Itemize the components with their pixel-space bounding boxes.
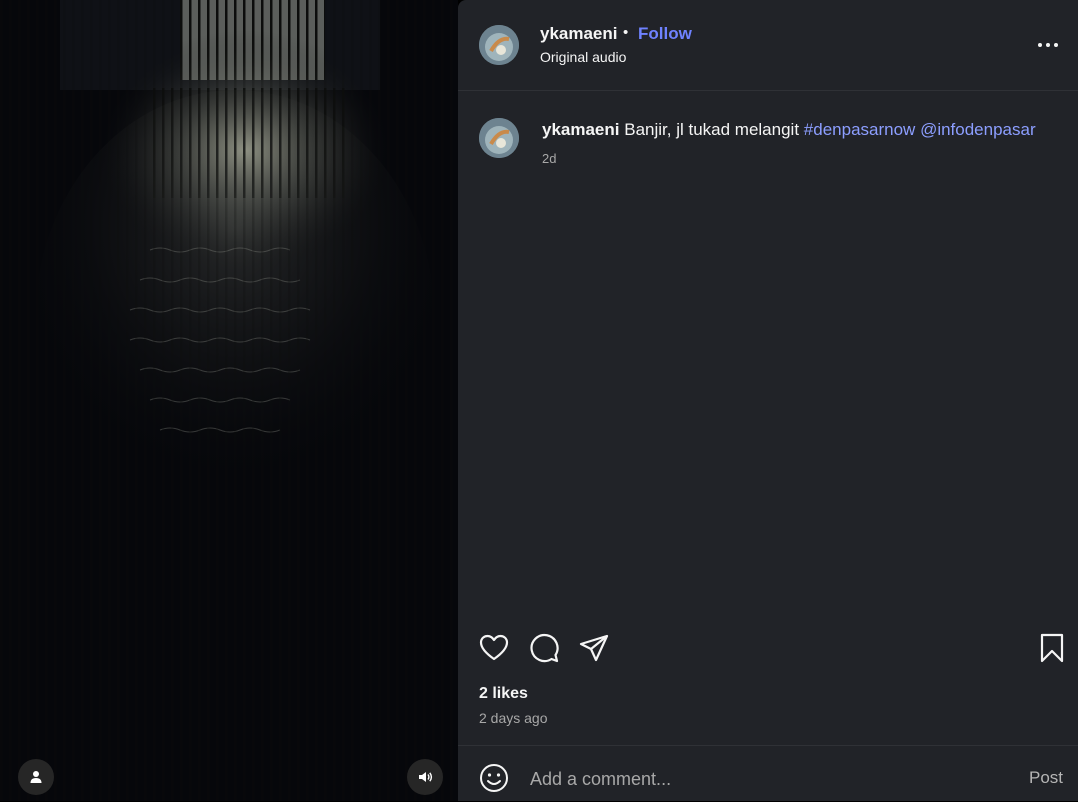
tagged-users-button[interactable] bbox=[18, 759, 54, 795]
post-caption: ykamaeni Banjir, jl tukad melangit #denp… bbox=[542, 120, 1062, 140]
post-details-panel: ykamaeni • Follow Original audio ykamaen… bbox=[458, 0, 1078, 801]
person-icon bbox=[30, 771, 42, 783]
audio-toggle-button[interactable] bbox=[407, 759, 443, 795]
comment-icon bbox=[530, 634, 559, 663]
avatar-image bbox=[479, 25, 519, 65]
speaker-icon bbox=[419, 772, 433, 782]
caption-timestamp: 2d bbox=[542, 151, 557, 166]
mention-link[interactable]: @infodenpasar bbox=[920, 120, 1036, 139]
reel-video[interactable] bbox=[0, 0, 458, 801]
avatar[interactable] bbox=[479, 25, 519, 65]
comment-composer: Post bbox=[458, 745, 1078, 802]
action-bar bbox=[458, 630, 1078, 670]
post-header: ykamaeni • Follow Original audio bbox=[458, 0, 1078, 91]
comment-button[interactable] bbox=[528, 632, 560, 664]
separator-dot: • bbox=[623, 24, 629, 41]
author-username[interactable]: ykamaeni bbox=[540, 24, 618, 44]
caption-text: Banjir, jl tukad melangit bbox=[624, 120, 800, 139]
hashtag-link[interactable]: #denpasarnow bbox=[804, 120, 916, 139]
post-date: 2 days ago bbox=[479, 710, 548, 726]
share-button[interactable] bbox=[578, 632, 610, 664]
send-icon bbox=[579, 634, 609, 662]
avatar-image bbox=[479, 118, 519, 158]
caption-username[interactable]: ykamaeni bbox=[542, 120, 620, 139]
follow-button[interactable]: Follow bbox=[638, 24, 692, 44]
caption-avatar[interactable] bbox=[479, 118, 519, 158]
like-button[interactable] bbox=[478, 632, 510, 664]
emoji-icon[interactable] bbox=[479, 763, 509, 793]
bookmark-icon bbox=[1040, 633, 1064, 663]
audio-link[interactable]: Original audio bbox=[540, 49, 626, 65]
video-frame bbox=[0, 0, 458, 801]
heart-icon bbox=[479, 634, 509, 661]
post-comment-button[interactable]: Post bbox=[1029, 768, 1063, 788]
more-horizontal-icon[interactable] bbox=[1036, 38, 1060, 52]
likes-count[interactable]: 2 likes bbox=[479, 685, 528, 703]
save-button[interactable] bbox=[1036, 632, 1068, 664]
comment-input[interactable] bbox=[528, 762, 1012, 796]
